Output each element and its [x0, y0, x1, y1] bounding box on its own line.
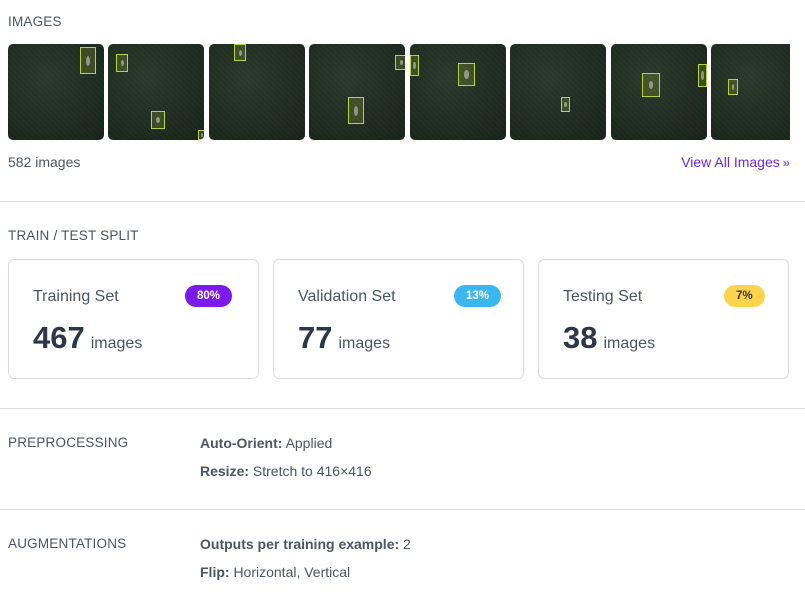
- card-title: Validation Set: [298, 288, 396, 305]
- percentage-badge: 80%: [185, 285, 233, 307]
- preprocessing-heading: PREPROCESSING: [8, 435, 129, 450]
- card-count: 467 images: [33, 320, 142, 356]
- bounding-box: [116, 54, 128, 72]
- images-heading: IMAGES: [8, 14, 62, 29]
- row-key: Resize:: [200, 463, 250, 479]
- divider: [0, 408, 805, 409]
- count-value: 77: [298, 320, 333, 355]
- bounding-box: [348, 97, 364, 124]
- image-count: 582 images: [8, 154, 81, 170]
- bounding-box: [642, 73, 660, 97]
- bounding-box: [395, 55, 405, 70]
- testing-set-card: Testing Set 7% 38 images: [538, 259, 789, 379]
- percentage-badge: 13%: [454, 285, 502, 307]
- bounding-box: [234, 44, 246, 61]
- count-unit: images: [603, 335, 656, 352]
- percentage-badge: 7%: [724, 285, 765, 307]
- divider: [0, 509, 805, 510]
- bounding-box: [410, 55, 419, 76]
- bounding-box: [151, 111, 165, 129]
- row-value: Stretch to 416×416: [252, 463, 372, 479]
- row-key: Flip:: [200, 564, 230, 580]
- image-thumbnail[interactable]: [209, 44, 305, 140]
- bounding-box: [561, 97, 570, 112]
- image-thumbnail[interactable]: [611, 44, 707, 140]
- view-all-label: View All Images: [681, 154, 780, 170]
- bounding-box: [458, 63, 475, 86]
- image-thumbnail[interactable]: [711, 44, 790, 140]
- image-thumbnail[interactable]: [108, 44, 204, 140]
- split-heading: TRAIN / TEST SPLIT: [8, 228, 139, 243]
- bounding-box: [80, 47, 96, 74]
- row-key: Outputs per training example:: [200, 536, 400, 552]
- bounding-box: [698, 64, 707, 87]
- card-title: Testing Set: [563, 288, 643, 305]
- card-count: 77 images: [298, 320, 390, 356]
- augmentation-row: Flip: Horizontal, Vertical: [200, 564, 350, 580]
- card-count: 38 images: [563, 320, 655, 356]
- preprocessing-row: Auto-Orient: Applied: [200, 435, 332, 451]
- count-unit: images: [338, 335, 391, 352]
- view-all-images-link[interactable]: View All Images»: [681, 154, 790, 170]
- count-value: 38: [563, 320, 598, 355]
- image-thumbnail[interactable]: [309, 44, 405, 140]
- image-thumbnail[interactable]: [8, 44, 104, 140]
- row-key: Auto-Orient:: [200, 435, 283, 451]
- card-title: Training Set: [33, 288, 119, 305]
- thumbnail-strip: [8, 44, 790, 140]
- count-value: 467: [33, 320, 85, 355]
- bounding-box: [728, 79, 738, 95]
- double-chevron-right-icon: »: [782, 155, 790, 170]
- training-set-card: Training Set 80% 467 images: [8, 259, 259, 379]
- image-thumbnail[interactable]: [410, 44, 506, 140]
- augmentations-heading: AUGMENTATIONS: [8, 536, 127, 551]
- row-value: Horizontal, Vertical: [233, 564, 351, 580]
- row-value: Applied: [285, 435, 333, 451]
- count-unit: images: [90, 335, 143, 352]
- image-thumbnail[interactable]: [510, 44, 606, 140]
- validation-set-card: Validation Set 13% 77 images: [273, 259, 524, 379]
- divider: [0, 201, 805, 202]
- bounding-box: [198, 130, 204, 140]
- preprocessing-row: Resize: Stretch to 416×416: [200, 463, 372, 479]
- row-value: 2: [403, 536, 411, 552]
- augmentation-row: Outputs per training example: 2: [200, 536, 411, 552]
